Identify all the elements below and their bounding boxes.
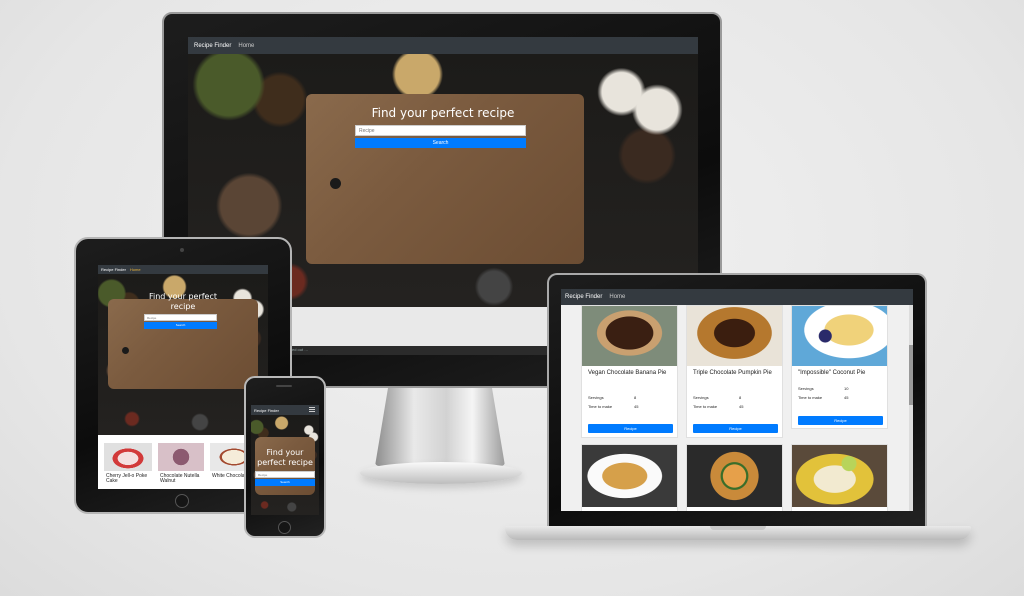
- phone-speaker: [276, 385, 292, 387]
- phone-search-input[interactable]: Recipe: [255, 471, 315, 478]
- laptop-scrollbar[interactable]: [909, 305, 913, 511]
- phone-search-button[interactable]: Search: [255, 479, 315, 486]
- chocolate-pie-image: [582, 306, 677, 366]
- recipe-card-title: Vegan Chocolate Banana Pie: [588, 370, 667, 376]
- laptop-screen: Recipe Finder Home Vegan Chocolate Banan…: [561, 289, 913, 511]
- monitor-stand: [375, 388, 505, 466]
- hero-title: Find your perfect recipe: [371, 106, 515, 120]
- time-value: 45: [739, 404, 744, 409]
- time-label: Time to make: [588, 404, 613, 409]
- phone-navbar: Recipe Finder: [251, 405, 319, 415]
- phone-home-button[interactable]: [278, 521, 291, 534]
- recipe-button[interactable]: Recipe: [693, 424, 778, 433]
- tablet-navbar-brand[interactable]: Recipe Finder: [101, 267, 126, 272]
- tablet-card-title: Cherry Jell-o Poke Cake: [106, 473, 148, 484]
- recipe-button[interactable]: Recipe: [588, 424, 673, 433]
- time-value: 45: [634, 404, 639, 409]
- nutella-image: [158, 443, 204, 471]
- phone-screen: Recipe Finder Find your perfect recipe R…: [251, 405, 319, 515]
- tablet-hero-title: Find your perfect recipe: [148, 292, 218, 311]
- tablet-search-input[interactable]: Recipe: [144, 314, 217, 321]
- hamburger-icon[interactable]: [309, 407, 315, 412]
- recipe-card[interactable]: Triple Chocolate Pumpkin Pie Servings 8 …: [686, 305, 783, 438]
- servings-label: Servings: [693, 395, 709, 400]
- coconut-pie-image: [792, 306, 887, 366]
- recipe-button[interactable]: Recipe: [798, 416, 883, 425]
- phone-navbar-brand[interactable]: Recipe Finder: [254, 408, 279, 413]
- laptop-navbar: Recipe Finder Home: [561, 289, 913, 305]
- lemon-pie-image: [792, 445, 887, 507]
- servings-value: 8: [634, 395, 637, 400]
- servings-value: 8: [739, 395, 742, 400]
- search-input[interactable]: Recipe: [355, 125, 526, 136]
- laptop-navbar-brand[interactable]: Recipe Finder: [565, 294, 602, 300]
- phone-hero: Find your perfect recipe Recipe Search: [251, 415, 319, 515]
- recipe-card[interactable]: Vegan Chocolate Banana Pie Servings 8 Ti…: [581, 305, 678, 438]
- navbar-brand[interactable]: Recipe Finder: [194, 43, 231, 49]
- lasagna-image: [582, 445, 677, 507]
- nav-home-link[interactable]: Home: [238, 43, 254, 49]
- pumpkin-pie-image: [687, 306, 782, 366]
- tablet-recipe-card[interactable]: Chocolate Nutella Walnut: [158, 443, 204, 489]
- tablet-screen: Recipe Finder Home Find your perfect rec…: [98, 265, 268, 489]
- tablet-hero: Find your perfect recipe Recipe Search: [98, 274, 268, 435]
- recipe-card[interactable]: [686, 444, 783, 511]
- tablet-cutting-board: [108, 299, 258, 389]
- tablet-camera: [180, 248, 184, 252]
- monitor-navbar: Recipe Finder Home: [188, 37, 698, 54]
- recipe-card[interactable]: [581, 444, 678, 511]
- tablet-search-button[interactable]: Search: [144, 322, 217, 329]
- servings-label: Servings: [798, 386, 814, 391]
- recipe-card-title: "Impossible" Coconut Pie: [798, 370, 866, 376]
- tablet-home-button[interactable]: [175, 494, 189, 508]
- tablet-card-title: Chocolate Nutella Walnut: [160, 473, 200, 484]
- laptop-nav-home-link[interactable]: Home: [609, 294, 625, 300]
- recipe-card-title: Triple Chocolate Pumpkin Pie: [693, 370, 772, 376]
- pizza-image: [687, 445, 782, 507]
- tablet-recipe-card[interactable]: Cherry Jell-o Poke Cake: [104, 443, 152, 489]
- laptop-notch: [710, 526, 766, 530]
- time-value: 45: [844, 395, 849, 400]
- search-button[interactable]: Search: [355, 138, 526, 148]
- tablet-card-list: Cherry Jell-o Poke Cake Chocolate Nutell…: [98, 435, 268, 489]
- servings-value: 10: [844, 386, 849, 391]
- time-label: Time to make: [798, 395, 823, 400]
- tablet-navbar: Recipe Finder Home: [98, 265, 268, 274]
- phone-hero-title: Find your perfect recipe: [257, 448, 313, 467]
- recipe-card[interactable]: "Impossible" Coconut Pie Servings 10 Tim…: [791, 305, 888, 429]
- cherry-cake-image: [104, 443, 152, 471]
- servings-label: Servings: [588, 395, 604, 400]
- tablet-nav-home-link[interactable]: Home: [130, 267, 141, 272]
- monitor-stand-base: [360, 462, 522, 484]
- recipe-card[interactable]: [791, 444, 888, 511]
- time-label: Time to make: [693, 404, 718, 409]
